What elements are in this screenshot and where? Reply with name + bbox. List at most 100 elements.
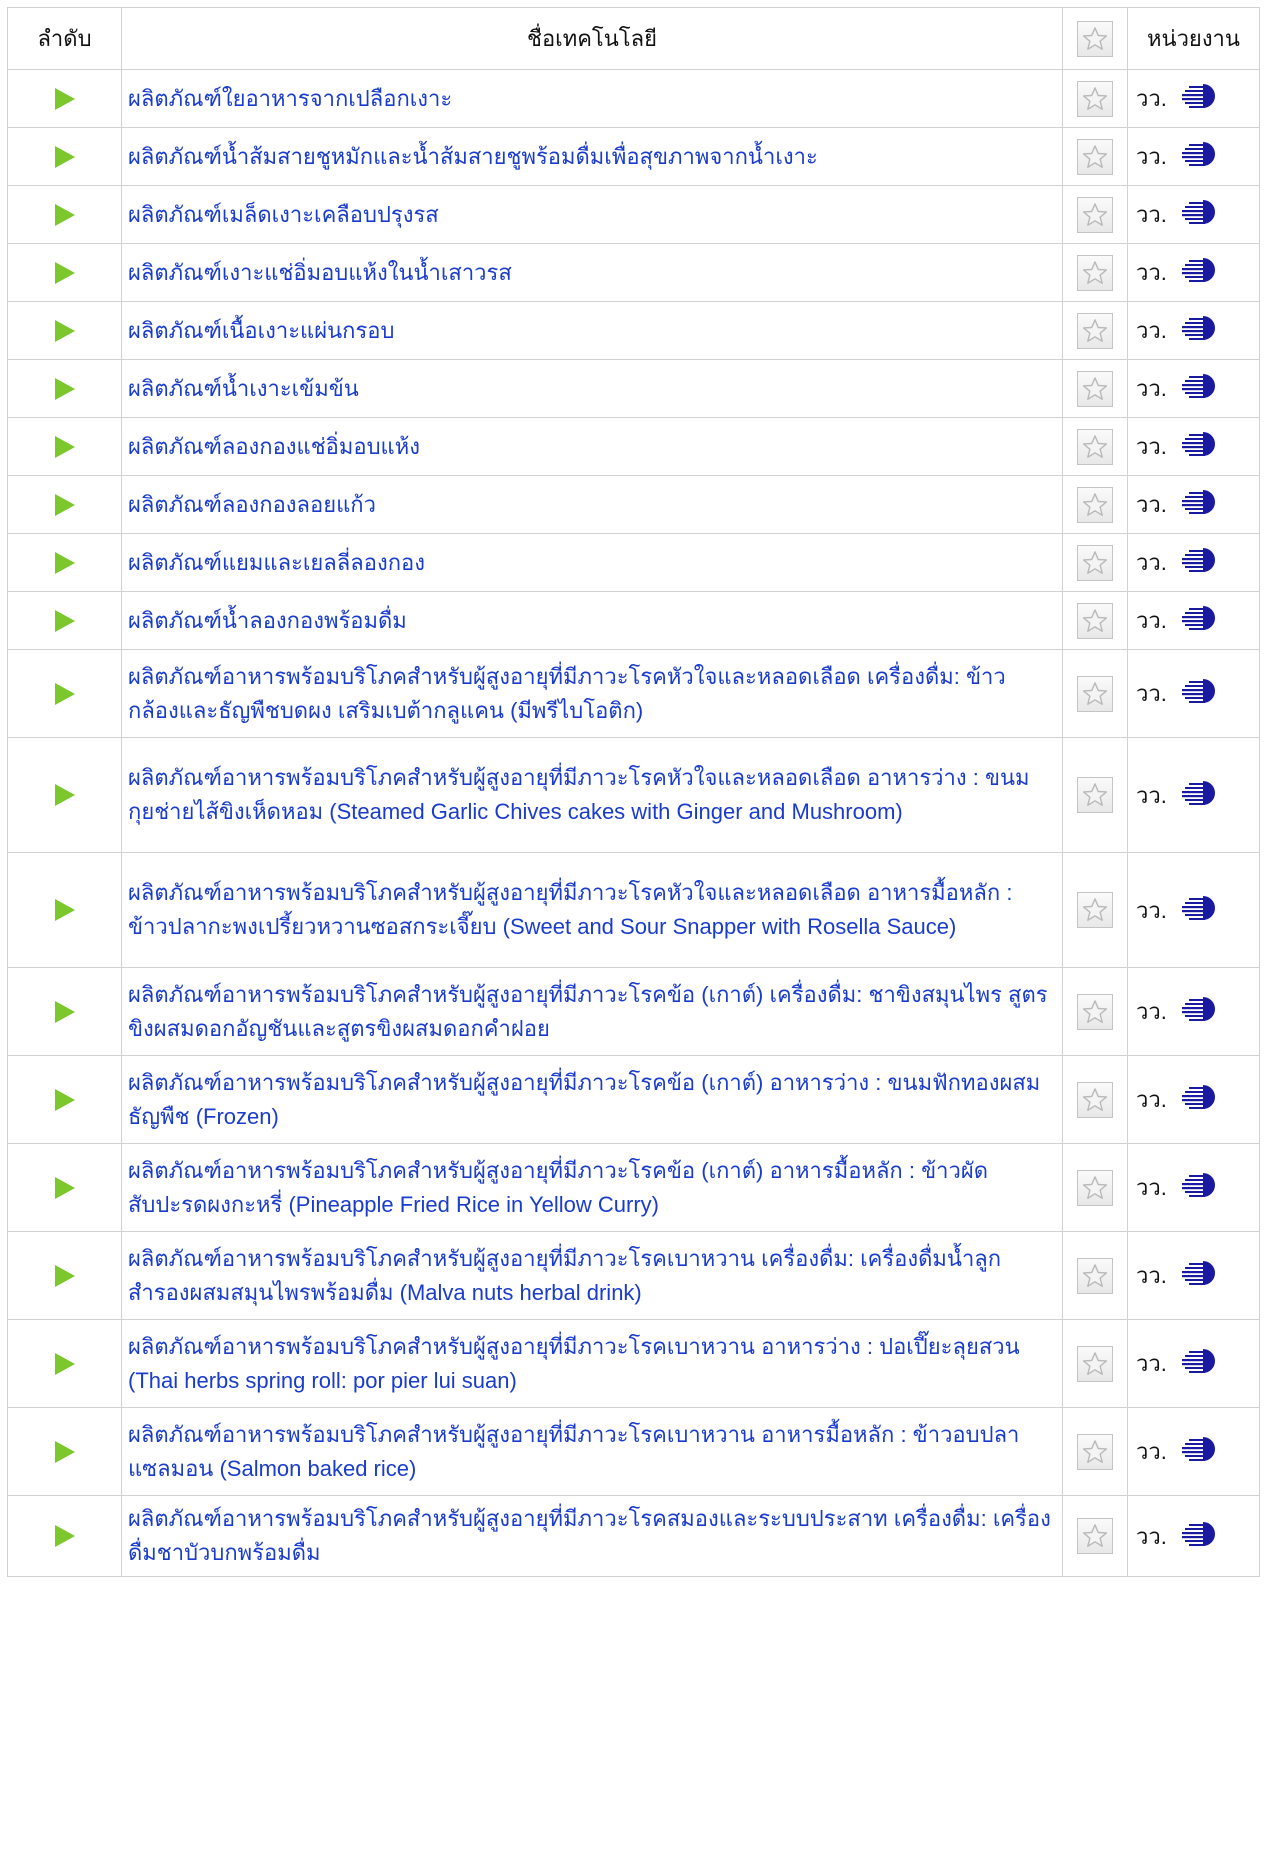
technology-link[interactable]: ผลิตภัณฑ์แยมและเยลลี่ลองกอง xyxy=(128,550,425,575)
star-outline-icon[interactable] xyxy=(1077,777,1113,813)
technology-link[interactable]: ผลิตภัณฑ์อาหารพร้อมบริโภคสำหรับผู้สูงอาย… xyxy=(128,1422,1019,1481)
table-row: ผลิตภัณฑ์อาหารพร้อมบริโภคสำหรับผู้สูงอาย… xyxy=(7,1495,1260,1577)
row-seq-cell[interactable] xyxy=(7,417,122,476)
star-outline-icon[interactable] xyxy=(1077,1518,1113,1554)
row-seq-cell[interactable] xyxy=(7,1319,122,1408)
header-favorite[interactable] xyxy=(1062,7,1128,70)
row-seq-cell[interactable] xyxy=(7,359,122,418)
play-arrow-icon[interactable] xyxy=(54,145,75,168)
row-seq-cell[interactable] xyxy=(7,243,122,302)
play-arrow-icon[interactable] xyxy=(54,493,75,516)
technology-link[interactable]: ผลิตภัณฑ์น้ำเงาะเข้มข้น xyxy=(128,376,359,401)
row-unit-cell: วว. xyxy=(1127,1407,1260,1496)
row-seq-cell[interactable] xyxy=(7,1495,122,1577)
star-outline-icon[interactable] xyxy=(1077,602,1113,639)
row-seq-cell[interactable] xyxy=(7,1143,122,1232)
technology-link[interactable]: ผลิตภัณฑ์เมล็ดเงาะเคลือบปรุงรส xyxy=(128,202,439,227)
star-outline-icon[interactable] xyxy=(1077,1081,1113,1118)
play-arrow-icon[interactable] xyxy=(54,1525,75,1547)
unit-abbreviation: วว. xyxy=(1136,318,1167,343)
play-arrow-icon[interactable] xyxy=(54,377,75,400)
star-outline-icon[interactable] xyxy=(1077,80,1113,117)
technology-link[interactable]: ผลิตภัณฑ์เงาะแช่อิ่มอบแห้งในน้ำเสาวรส xyxy=(128,260,512,285)
play-arrow-icon[interactable] xyxy=(54,87,75,110)
technology-link[interactable]: ผลิตภัณฑ์อาหารพร้อมบริโภคสำหรับผู้สูงอาย… xyxy=(128,1334,1020,1393)
row-name-cell: ผลิตภัณฑ์เมล็ดเงาะเคลือบปรุงรส xyxy=(121,185,1063,244)
technology-link[interactable]: ผลิตภัณฑ์อาหารพร้อมบริโภคสำหรับผู้สูงอาย… xyxy=(128,880,1012,939)
row-seq-cell[interactable] xyxy=(7,1407,122,1496)
row-seq-cell[interactable] xyxy=(7,737,122,853)
row-seq-cell[interactable] xyxy=(7,1231,122,1320)
technology-link[interactable]: ผลิตภัณฑ์อาหารพร้อมบริโภคสำหรับผู้สูงอาย… xyxy=(128,1070,1040,1129)
row-seq-cell[interactable] xyxy=(7,301,122,360)
play-arrow-icon[interactable] xyxy=(54,319,75,342)
star-outline-icon[interactable] xyxy=(1077,138,1113,175)
row-name-cell: ผลิตภัณฑ์ใยอาหารจากเปลือกเงาะ xyxy=(121,69,1063,128)
star-outline-icon[interactable] xyxy=(1077,1169,1113,1206)
technology-link[interactable]: ผลิตภัณฑ์ใยอาหารจากเปลือกเงาะ xyxy=(128,86,452,111)
technology-link[interactable]: ผลิตภัณฑ์อาหารพร้อมบริโภคสำหรับผู้สูงอาย… xyxy=(128,664,1006,723)
play-arrow-icon[interactable] xyxy=(54,1000,75,1023)
table-row: ผลิตภัณฑ์น้ำเงาะเข้มข้น วว. xyxy=(7,359,1260,418)
star-outline-icon[interactable] xyxy=(1077,254,1113,291)
unit-abbreviation: วว. xyxy=(1136,1351,1167,1376)
star-outline-icon[interactable] xyxy=(1077,1345,1113,1382)
play-arrow-icon[interactable] xyxy=(54,1440,75,1463)
row-favorite-cell xyxy=(1062,243,1128,302)
star-outline-icon[interactable] xyxy=(1077,544,1113,581)
play-arrow-icon[interactable] xyxy=(54,784,75,806)
play-arrow-icon[interactable] xyxy=(54,1176,75,1199)
star-outline-icon[interactable] xyxy=(1077,675,1113,712)
table-row: ผลิตภัณฑ์เงาะแช่อิ่มอบแห้งในน้ำเสาวรส วว… xyxy=(7,243,1260,302)
technology-link[interactable]: ผลิตภัณฑ์อาหารพร้อมบริโภคสำหรับผู้สูงอาย… xyxy=(128,1506,1051,1565)
unit-abbreviation: วว. xyxy=(1136,550,1167,575)
play-arrow-icon[interactable] xyxy=(54,551,75,574)
star-outline-icon[interactable] xyxy=(1077,20,1113,57)
technology-link[interactable]: ผลิตภัณฑ์เนื้อเงาะแผ่นกรอบ xyxy=(128,318,394,343)
row-seq-cell[interactable] xyxy=(7,967,122,1056)
play-arrow-icon[interactable] xyxy=(54,261,75,284)
technology-link[interactable]: ผลิตภัณฑ์อาหารพร้อมบริโภคสำหรับผู้สูงอาย… xyxy=(128,765,1030,824)
star-outline-icon[interactable] xyxy=(1077,370,1113,407)
star-outline-icon[interactable] xyxy=(1077,1257,1113,1294)
star-outline-icon[interactable] xyxy=(1077,196,1113,233)
row-seq-cell[interactable] xyxy=(7,852,122,968)
play-arrow-icon[interactable] xyxy=(54,203,75,226)
technology-link[interactable]: ผลิตภัณฑ์อาหารพร้อมบริโภคสำหรับผู้สูงอาย… xyxy=(128,982,1048,1041)
star-outline-icon[interactable] xyxy=(1077,486,1113,523)
technology-link[interactable]: ผลิตภัณฑ์ลองกองลอยแก้ว xyxy=(128,492,376,517)
row-name-cell: ผลิตภัณฑ์เงาะแช่อิ่มอบแห้งในน้ำเสาวรส xyxy=(121,243,1063,302)
play-arrow-icon[interactable] xyxy=(54,435,75,458)
technology-link[interactable]: ผลิตภัณฑ์น้ำส้มสายชูหมักและน้ำส้มสายชูพร… xyxy=(128,144,818,169)
star-outline-icon[interactable] xyxy=(1077,993,1113,1030)
organization-logo-icon xyxy=(1181,313,1221,348)
play-arrow-icon[interactable] xyxy=(54,682,75,705)
row-seq-cell[interactable] xyxy=(7,1055,122,1144)
star-outline-icon[interactable] xyxy=(1077,892,1113,928)
star-outline-icon[interactable] xyxy=(1077,428,1113,465)
technology-link[interactable]: ผลิตภัณฑ์น้ำลองกองพร้อมดื่ม xyxy=(128,608,407,633)
play-arrow-icon[interactable] xyxy=(54,609,75,632)
row-favorite-cell xyxy=(1062,1143,1128,1232)
technology-link[interactable]: ผลิตภัณฑ์อาหารพร้อมบริโภคสำหรับผู้สูงอาย… xyxy=(128,1246,1001,1305)
row-seq-cell[interactable] xyxy=(7,533,122,592)
technology-link[interactable]: ผลิตภัณฑ์ลองกองแช่อิ่มอบแห้ง xyxy=(128,434,420,459)
row-favorite-cell xyxy=(1062,967,1128,1056)
play-arrow-icon[interactable] xyxy=(54,1352,75,1375)
star-outline-icon[interactable] xyxy=(1077,1433,1113,1470)
row-seq-cell[interactable] xyxy=(7,591,122,650)
row-unit-cell: วว. xyxy=(1127,1231,1260,1320)
technology-link[interactable]: ผลิตภัณฑ์อาหารพร้อมบริโภคสำหรับผู้สูงอาย… xyxy=(128,1158,988,1217)
row-seq-cell[interactable] xyxy=(7,127,122,186)
star-outline-icon[interactable] xyxy=(1077,312,1113,349)
play-arrow-icon[interactable] xyxy=(54,899,75,921)
row-favorite-cell xyxy=(1062,417,1128,476)
row-seq-cell[interactable] xyxy=(7,649,122,738)
play-arrow-icon[interactable] xyxy=(54,1264,75,1287)
table-row: ผลิตภัณฑ์อาหารพร้อมบริโภคสำหรับผู้สูงอาย… xyxy=(7,1231,1260,1320)
row-seq-cell[interactable] xyxy=(7,475,122,534)
row-unit-cell: วว. xyxy=(1127,301,1260,360)
play-arrow-icon[interactable] xyxy=(54,1088,75,1111)
row-seq-cell[interactable] xyxy=(7,69,122,128)
row-seq-cell[interactable] xyxy=(7,185,122,244)
